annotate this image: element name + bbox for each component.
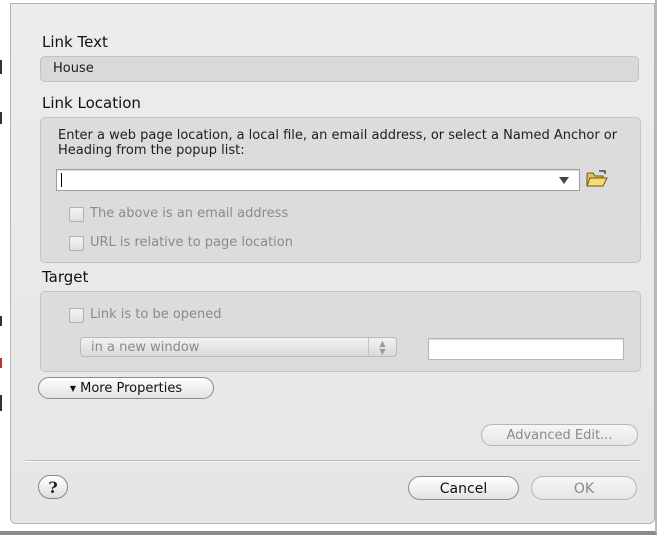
link-location-instructions: Enter a web page location, a local file,…	[58, 128, 618, 158]
more-properties-label: More Properties	[80, 381, 183, 396]
left-edge-mark	[0, 316, 2, 326]
link-text-heading: Link Text	[42, 33, 108, 51]
ok-button[interactable]: OK	[531, 476, 637, 500]
link-properties-dialog: Link Text House Link Location Enter a we…	[10, 3, 655, 524]
triangle-down-icon: ▼	[69, 384, 76, 393]
email-address-checkbox[interactable]	[69, 207, 84, 222]
link-opened-checkbox-label: Link is to be opened	[90, 307, 222, 322]
up-down-arrows-icon: ▲ ▼	[368, 338, 396, 356]
triangle-down-icon[interactable]	[559, 177, 569, 184]
advanced-edit-button[interactable]: Advanced Edit...	[481, 424, 638, 446]
more-properties-button[interactable]: ▼ More Properties	[38, 377, 214, 399]
left-edge-mark	[0, 112, 2, 124]
target-heading: Target	[42, 268, 89, 286]
link-text-field[interactable]: House	[40, 56, 639, 82]
link-opened-checkbox[interactable]	[69, 308, 84, 323]
button-row-separator	[25, 460, 640, 462]
link-location-heading: Link Location	[42, 94, 141, 112]
email-address-checkbox-label: The above is an email address	[90, 206, 289, 221]
cancel-button[interactable]: Cancel	[408, 476, 519, 500]
left-edge-mark	[0, 395, 2, 411]
target-group: Link is to be opened in a new window ▲ ▼	[40, 291, 641, 372]
help-button[interactable]: ?	[38, 475, 68, 499]
left-edge-mark	[0, 358, 2, 368]
frame-name-input[interactable]	[428, 338, 624, 360]
target-window-select[interactable]: in a new window ▲ ▼	[80, 337, 397, 357]
link-location-group: Enter a web page location, a local file,…	[40, 117, 641, 263]
left-edge-mark	[0, 60, 2, 74]
relative-url-checkbox-label: URL is relative to page location	[90, 235, 293, 250]
target-window-select-value: in a new window	[91, 340, 200, 355]
relative-url-checkbox[interactable]	[69, 236, 84, 251]
open-folder-icon[interactable]	[586, 170, 608, 188]
window-frame: Link Text House Link Location Enter a we…	[0, 0, 657, 535]
text-caret	[61, 173, 62, 187]
url-input[interactable]	[56, 169, 580, 191]
